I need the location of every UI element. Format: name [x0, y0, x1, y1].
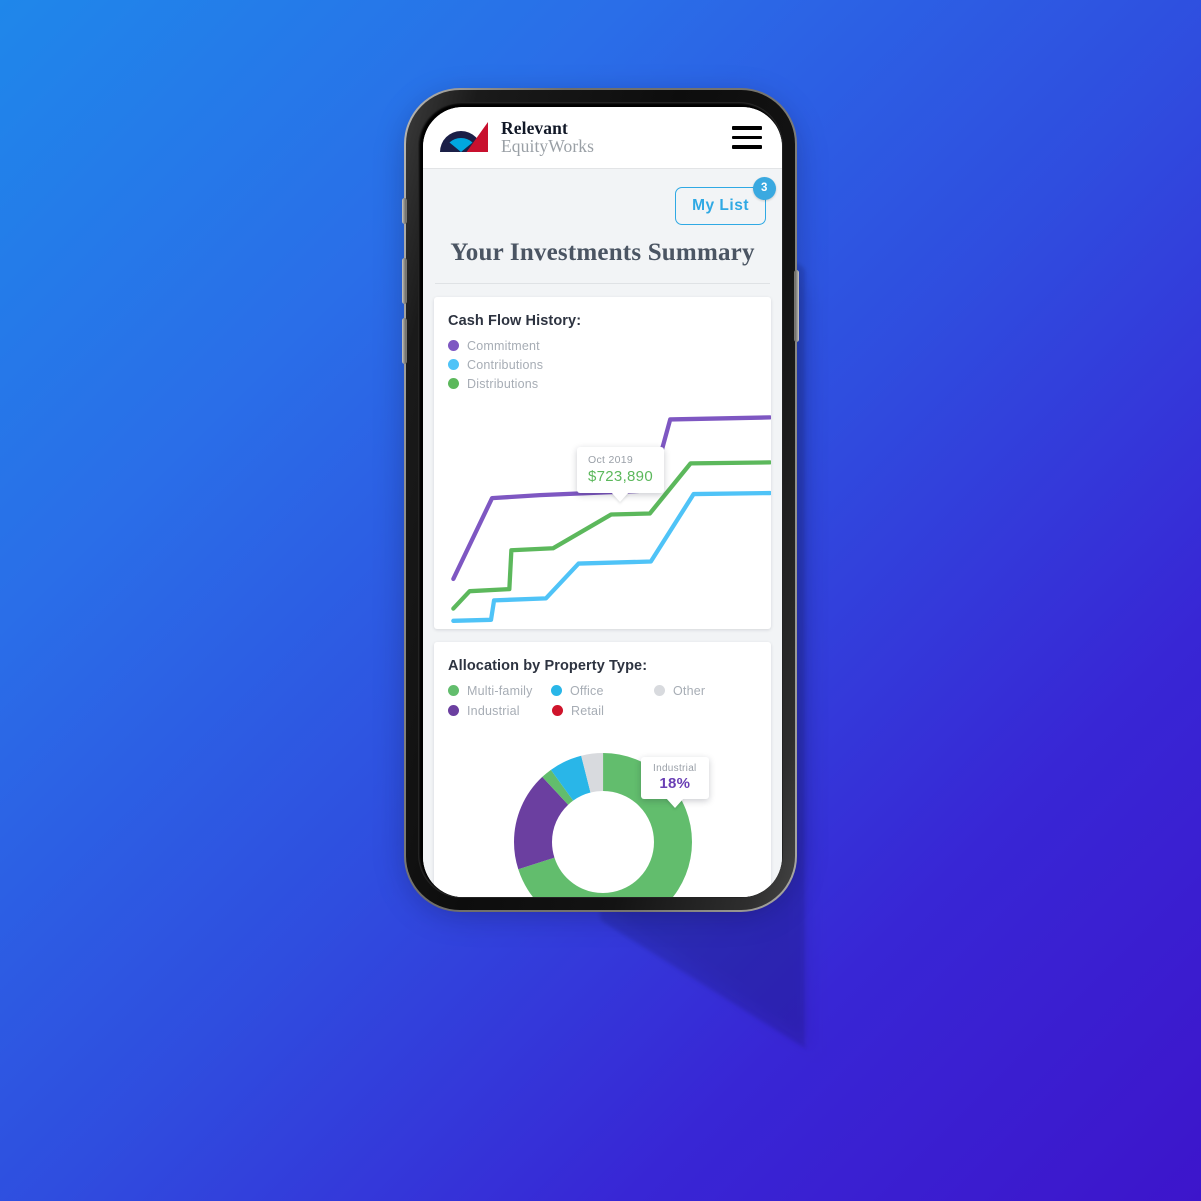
- my-list-badge: 3: [753, 177, 776, 200]
- wallpaper-background: Relevant EquityWorks My List 3 Your Inve…: [0, 0, 1201, 1201]
- cash-flow-tooltip: Oct 2019 $723,890: [577, 446, 664, 493]
- title-divider: [435, 282, 770, 284]
- allocation-tooltip-value: 18%: [659, 774, 691, 792]
- legend-row: Contributions: [448, 358, 757, 372]
- allocation-tooltip-label: Industrial: [653, 762, 697, 774]
- cash-flow-line-chart-svg: [451, 414, 771, 623]
- phone-frame: Relevant EquityWorks My List 3 Your Inve…: [402, 88, 799, 912]
- legend-item-commitment[interactable]: Commitment: [448, 339, 540, 353]
- volume-down-button[interactable]: [402, 318, 407, 364]
- phone-screen: Relevant EquityWorks My List 3 Your Inve…: [423, 107, 782, 897]
- legend-dot-industrial: [448, 705, 459, 716]
- brand-logo-text: Relevant EquityWorks: [501, 117, 595, 156]
- legend-item-industrial[interactable]: Industrial: [448, 704, 552, 718]
- legend-dot-commitment: [448, 340, 459, 351]
- cash-flow-legend: Commitment Contributions Distributions: [448, 339, 757, 391]
- silence-switch[interactable]: [402, 198, 407, 224]
- legend-row: Industrial Retail: [448, 704, 757, 718]
- legend-label-distributions: Distributions: [467, 376, 539, 391]
- brand-logo[interactable]: Relevant EquityWorks: [437, 117, 595, 156]
- cash-flow-tooltip-label: Oct 2019: [588, 453, 634, 466]
- legend-item-other[interactable]: Other: [654, 684, 757, 698]
- allocation-card-title: Allocation by Property Type:: [448, 657, 648, 674]
- page-title: Your Investments Summary: [450, 238, 755, 266]
- page-content: My List 3 Your Investments Summary Cash …: [423, 169, 782, 897]
- app-header: Relevant EquityWorks: [423, 107, 782, 169]
- legend-label-office: Office: [570, 683, 604, 698]
- legend-label-industrial: Industrial: [467, 703, 520, 718]
- cash-flow-card-title: Cash Flow History:: [448, 312, 582, 329]
- legend-item-distributions[interactable]: Distributions: [448, 377, 538, 391]
- hamburger-bar-3: [732, 145, 762, 149]
- legend-dot-contributions: [448, 359, 459, 370]
- phone-body: Relevant EquityWorks My List 3 Your Inve…: [402, 90, 799, 910]
- hamburger-bar-1: [732, 126, 762, 130]
- legend-item-office[interactable]: Office: [551, 684, 654, 698]
- cash-flow-chart[interactable]: [434, 399, 771, 629]
- relevant-equityworks-logo-icon: [440, 122, 488, 152]
- legend-dot-other: [654, 685, 665, 696]
- legend-row: Commitment: [448, 339, 757, 353]
- legend-dot-multi-family: [448, 685, 459, 696]
- allocation-by-property-type-card: Allocation by Property Type: Multi-famil…: [434, 641, 771, 897]
- legend-dot-office: [551, 685, 562, 696]
- legend-row: Distributions: [448, 377, 757, 391]
- series-line-contributions: [451, 490, 771, 623]
- my-list-button[interactable]: My List 3: [675, 177, 776, 225]
- legend-label-contributions: Contributions: [467, 357, 544, 372]
- cash-flow-history-card: Cash Flow History: Commitment Contributi…: [434, 296, 771, 629]
- legend-label-multi-family: Multi-family: [467, 683, 533, 698]
- legend-row: Multi-family Office Other: [448, 684, 757, 698]
- brand-name-line2: EquityWorks: [501, 136, 595, 156]
- legend-label-retail: Retail: [571, 703, 605, 718]
- legend-label-other: Other: [673, 683, 706, 698]
- legend-dot-distributions: [448, 378, 459, 389]
- legend-item-retail[interactable]: Retail: [552, 704, 656, 718]
- hamburger-bar-2: [732, 135, 762, 140]
- hamburger-menu-icon[interactable]: [732, 126, 762, 149]
- my-list-label: My List: [692, 197, 749, 214]
- legend-item-contributions[interactable]: Contributions: [448, 358, 543, 372]
- brand-name-line1: Relevant: [501, 117, 568, 138]
- legend-label-commitment: Commitment: [467, 338, 540, 353]
- smartphone-mockup: Relevant EquityWorks My List 3 Your Inve…: [402, 88, 799, 912]
- allocation-donut-chart[interactable]: [434, 742, 771, 897]
- my-list-row: My List 3: [423, 169, 782, 225]
- cash-flow-tooltip-value: $723,890: [588, 467, 653, 485]
- legend-dot-retail: [552, 705, 563, 716]
- allocation-legend: Multi-family Office Other Industrial Ret…: [448, 684, 757, 718]
- allocation-tooltip: Industrial 18%: [641, 756, 709, 799]
- legend-item-multi-family[interactable]: Multi-family: [448, 684, 551, 698]
- volume-up-button[interactable]: [402, 258, 407, 304]
- power-button[interactable]: [794, 270, 799, 342]
